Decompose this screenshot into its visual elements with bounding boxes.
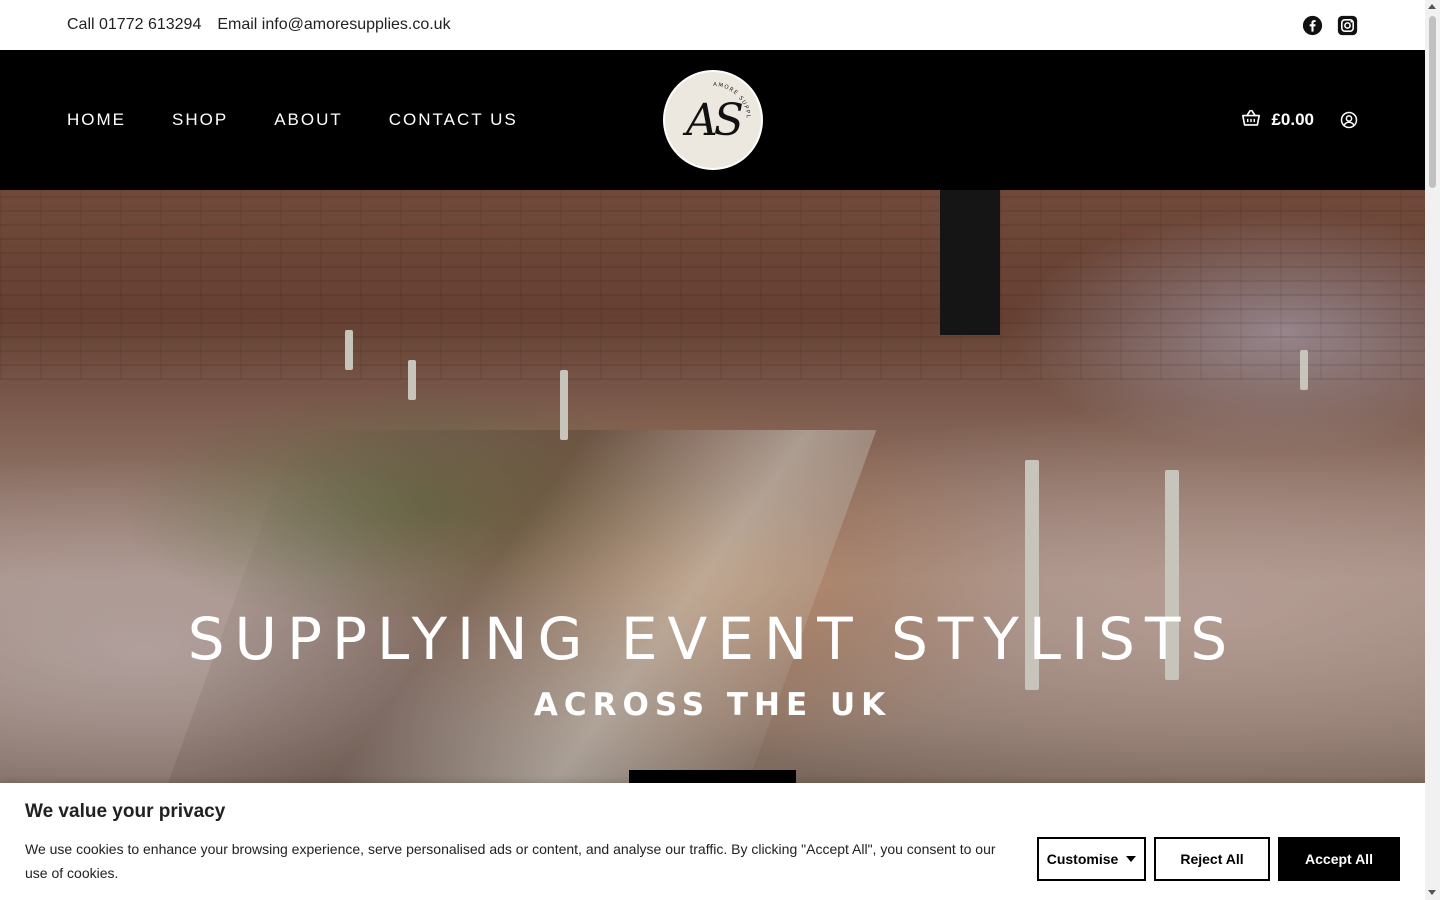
svg-text:AMORE SUPPLIES: AMORE SUPPLIES bbox=[665, 72, 751, 119]
cart-total: £0.00 bbox=[1271, 110, 1314, 129]
instagram-icon[interactable] bbox=[1336, 14, 1358, 36]
nav-home[interactable]: HOME bbox=[67, 110, 126, 130]
email-link[interactable]: Email info@amoresupplies.co.uk bbox=[217, 16, 450, 34]
cookie-actions: Customise Reject All Accept All bbox=[1037, 837, 1400, 881]
cart-button[interactable]: £0.00 bbox=[1241, 109, 1314, 132]
scroll-down-arrow-icon[interactable] bbox=[1428, 890, 1436, 895]
nav-contact-us[interactable]: CONTACT US bbox=[389, 110, 518, 130]
phone-link[interactable]: Call 01772 613294 bbox=[67, 16, 201, 34]
site-header: HOME SHOP ABOUT CONTACT US AMORE SUPPLIE… bbox=[0, 50, 1425, 190]
scrollbar-thumb[interactable] bbox=[1429, 16, 1436, 188]
site-logo[interactable]: AMORE SUPPLIES AS bbox=[663, 70, 763, 170]
logo-arc-text: AMORE SUPPLIES bbox=[665, 72, 751, 119]
contact-info: Call 01772 613294 Email info@amoresuppli… bbox=[67, 16, 451, 34]
reject-all-button[interactable]: Reject All bbox=[1154, 837, 1270, 881]
customise-button[interactable]: Customise bbox=[1037, 837, 1146, 881]
cookie-heading: We value your privacy bbox=[25, 801, 226, 822]
hero-subtitle: ACROSS THE UK bbox=[533, 687, 892, 723]
cookie-banner: We value your privacy We use cookies to … bbox=[0, 783, 1425, 900]
main-nav: HOME SHOP ABOUT CONTACT US bbox=[67, 110, 518, 130]
top-bar: Call 01772 613294 Email info@amoresuppli… bbox=[0, 0, 1425, 50]
account-icon[interactable] bbox=[1340, 111, 1358, 129]
customise-label: Customise bbox=[1046, 851, 1119, 867]
header-actions: £0.00 bbox=[1241, 109, 1358, 132]
cookie-text: We use cookies to enhance your browsing … bbox=[25, 841, 996, 881]
basket-icon bbox=[1241, 109, 1261, 132]
social-links bbox=[1301, 14, 1358, 36]
hero-title: SUPPLYING EVENT STYLISTS bbox=[187, 605, 1238, 673]
accept-all-button[interactable]: Accept All bbox=[1278, 837, 1400, 881]
facebook-icon[interactable] bbox=[1301, 14, 1323, 36]
scroll-up-arrow-icon[interactable] bbox=[1428, 4, 1436, 9]
caret-down-icon bbox=[1126, 856, 1137, 862]
page-scrollbar[interactable] bbox=[1425, 0, 1440, 900]
nav-shop[interactable]: SHOP bbox=[172, 110, 228, 130]
nav-about[interactable]: ABOUT bbox=[274, 110, 343, 130]
